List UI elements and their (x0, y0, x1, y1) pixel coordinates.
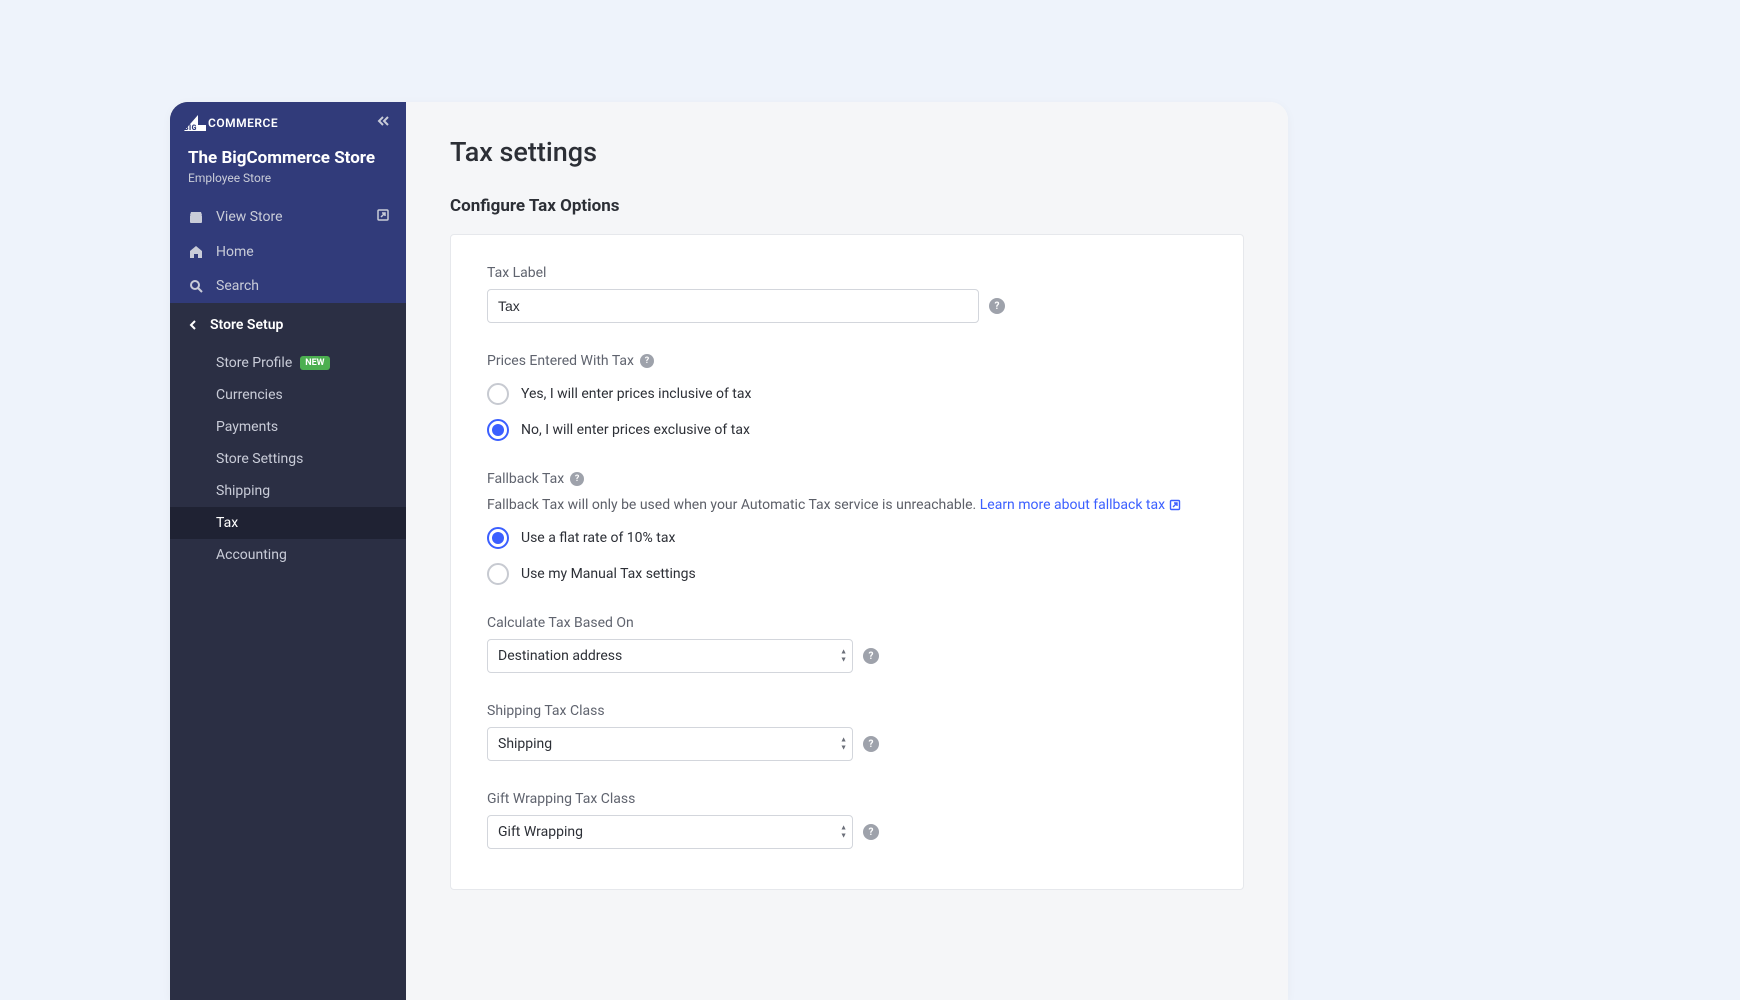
calc-based-label: Calculate Tax Based On (487, 615, 1207, 631)
brand-text: COMMERCE (208, 116, 278, 130)
nav-view-store-label: View Store (216, 209, 283, 225)
fallback-tax-label: Fallback Tax ? (487, 471, 1207, 487)
help-icon[interactable]: ? (989, 298, 1005, 314)
store-name: The BigCommerce Store (188, 148, 390, 169)
gift-class-label: Gift Wrapping Tax Class (487, 791, 1207, 807)
sidebar-item-shipping[interactable]: Shipping (170, 475, 406, 507)
radio-icon (487, 527, 509, 549)
sidebar-item-label: Shipping (216, 483, 270, 499)
store-block: The BigCommerce Store Employee Store (170, 144, 406, 199)
gift-class-select-wrap: Gift Wrapping ▲▼ (487, 815, 853, 849)
calc-based-row: Destination address ▲▼ ? (487, 639, 1207, 673)
gift-class-select[interactable]: Gift Wrapping (487, 815, 853, 849)
sidebar-item-label: Accounting (216, 547, 287, 563)
logo-row: BIG COMMERCE (170, 102, 406, 144)
radio-label: Use a flat rate of 10% tax (521, 530, 675, 546)
tax-label-label: Tax Label (487, 265, 1207, 281)
sidebar: BIG COMMERCE The BigCommerce Store Emplo… (170, 102, 406, 1000)
field-gift-wrapping-tax-class: Gift Wrapping Tax Class Gift Wrapping ▲▼… (487, 791, 1207, 849)
main-content: Tax settings Configure Tax Options Tax L… (406, 102, 1288, 1000)
app-window: BIG COMMERCE The BigCommerce Store Emplo… (170, 102, 1288, 1000)
section-store-setup-label: Store Setup (210, 317, 283, 333)
shipping-class-select[interactable]: Shipping (487, 727, 853, 761)
radio-icon (487, 383, 509, 405)
sidebar-item-label: Payments (216, 419, 278, 435)
external-link-icon (1169, 499, 1181, 511)
field-tax-label: Tax Label ? (487, 265, 1207, 323)
shipping-class-row: Shipping ▲▼ ? (487, 727, 1207, 761)
radio-fallback-manual[interactable]: Use my Manual Tax settings (487, 563, 1207, 585)
field-calc-based-on: Calculate Tax Based On Destination addre… (487, 615, 1207, 673)
home-icon (188, 245, 204, 259)
section-store-setup[interactable]: Store Setup (170, 303, 406, 347)
radio-label: Use my Manual Tax settings (521, 566, 696, 582)
radio-label: No, I will enter prices exclusive of tax (521, 422, 750, 438)
gift-class-row: Gift Wrapping ▲▼ ? (487, 815, 1207, 849)
field-prices-entered: Prices Entered With Tax ? Yes, I will en… (487, 353, 1207, 441)
nav-home[interactable]: Home (170, 235, 406, 269)
brand-logo: BIG COMMERCE (184, 115, 278, 131)
main-inner: Tax settings Configure Tax Options Tax L… (406, 102, 1288, 930)
store-subtitle: Employee Store (188, 171, 390, 185)
nav-search-label: Search (216, 278, 259, 294)
fallback-radio-group: Use a flat rate of 10% tax Use my Manual… (487, 527, 1207, 585)
calc-based-select-wrap: Destination address ▲▼ (487, 639, 853, 673)
sidebar-item-tax[interactable]: Tax (170, 507, 406, 539)
tax-label-input[interactable] (487, 289, 979, 323)
radio-label: Yes, I will enter prices inclusive of ta… (521, 386, 751, 402)
sidebar-header: BIG COMMERCE The BigCommerce Store Emplo… (170, 102, 406, 303)
radio-prices-exclusive[interactable]: No, I will enter prices exclusive of tax (487, 419, 1207, 441)
nav-search[interactable]: Search (170, 269, 406, 303)
nav-view-store[interactable]: View Store (170, 199, 406, 235)
sidebar-item-currencies[interactable]: Currencies (170, 379, 406, 411)
section-subitems: Store Profile NEW Currencies Payments St… (170, 347, 406, 571)
shipping-class-select-wrap: Shipping ▲▼ (487, 727, 853, 761)
prices-entered-radio-group: Yes, I will enter prices inclusive of ta… (487, 383, 1207, 441)
help-icon[interactable]: ? (640, 354, 654, 368)
search-icon (188, 279, 204, 293)
page-title: Tax settings (450, 136, 1244, 168)
sidebar-item-label: Currencies (216, 387, 283, 403)
external-link-icon (376, 208, 390, 226)
nav-home-label: Home (216, 244, 254, 260)
field-fallback-tax: Fallback Tax ? Fallback Tax will only be… (487, 471, 1207, 585)
help-icon[interactable]: ? (863, 736, 879, 752)
primary-nav: View Store Home Search (170, 199, 406, 303)
sidebar-item-store-settings[interactable]: Store Settings (170, 443, 406, 475)
help-icon[interactable]: ? (570, 472, 584, 486)
radio-fallback-flat[interactable]: Use a flat rate of 10% tax (487, 527, 1207, 549)
section-heading: Configure Tax Options (450, 196, 1244, 216)
store-icon (188, 210, 204, 224)
bigcommerce-logo-icon: BIG (184, 115, 206, 131)
stepper-icon[interactable]: ▲▼ (840, 737, 847, 752)
radio-prices-inclusive[interactable]: Yes, I will enter prices inclusive of ta… (487, 383, 1207, 405)
sidebar-item-accounting[interactable]: Accounting (170, 539, 406, 571)
fallback-hint: Fallback Tax will only be used when your… (487, 497, 1207, 513)
prices-entered-label: Prices Entered With Tax ? (487, 353, 1207, 369)
calc-based-select[interactable]: Destination address (487, 639, 853, 673)
sidebar-item-label: Tax (216, 515, 238, 531)
field-shipping-tax-class: Shipping Tax Class Shipping ▲▼ ? (487, 703, 1207, 761)
fallback-learn-more-link[interactable]: Learn more about fallback tax (980, 497, 1181, 513)
help-icon[interactable]: ? (863, 648, 879, 664)
svg-text:BIG: BIG (184, 124, 197, 131)
chevron-left-icon (188, 320, 198, 330)
settings-card: Tax Label ? Prices Entered With Tax ? (450, 234, 1244, 890)
help-icon[interactable]: ? (863, 824, 879, 840)
radio-icon (487, 419, 509, 441)
collapse-sidebar-icon[interactable] (376, 114, 390, 132)
stepper-icon[interactable]: ▲▼ (840, 649, 847, 664)
sidebar-item-label: Store Settings (216, 451, 303, 467)
sidebar-item-label: Store Profile (216, 355, 292, 371)
sidebar-item-store-profile[interactable]: Store Profile NEW (170, 347, 406, 379)
tax-label-row: ? (487, 289, 1207, 323)
new-badge: NEW (300, 356, 329, 370)
sidebar-item-payments[interactable]: Payments (170, 411, 406, 443)
stepper-icon[interactable]: ▲▼ (840, 825, 847, 840)
radio-icon (487, 563, 509, 585)
shipping-class-label: Shipping Tax Class (487, 703, 1207, 719)
